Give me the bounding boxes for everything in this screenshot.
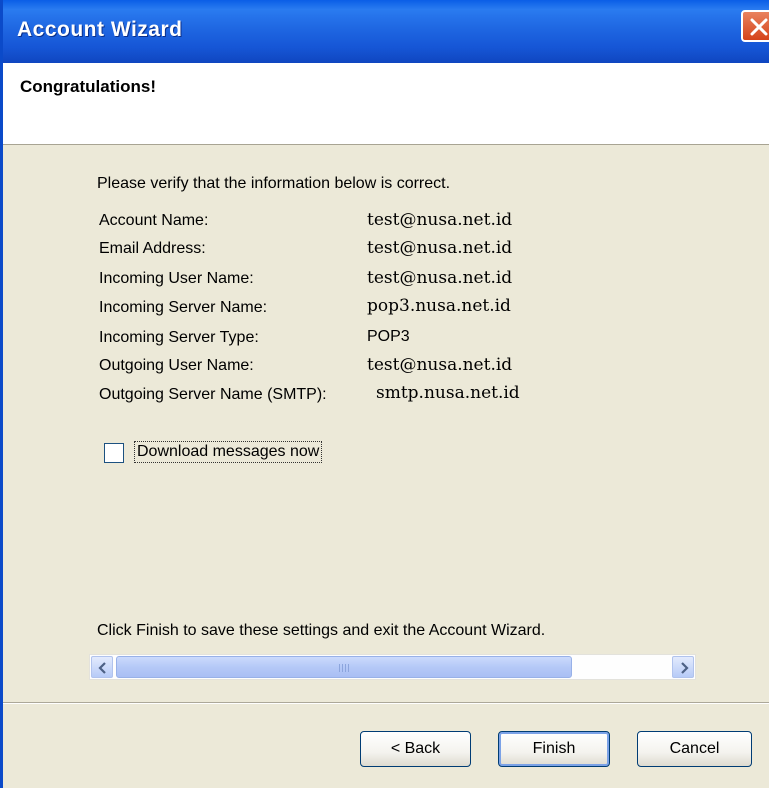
field-label-account-name: Account Name: bbox=[99, 212, 209, 229]
chevron-right-icon bbox=[681, 662, 689, 674]
page-title: Congratulations! bbox=[20, 77, 156, 96]
field-value-incoming-type: POP3 bbox=[367, 328, 410, 345]
back-button[interactable]: < Back bbox=[360, 731, 471, 767]
field-label-outgoing-server: Outgoing Server Name (SMTP): bbox=[99, 386, 327, 403]
field-value-incoming-user: test@nusa.net.id bbox=[367, 268, 513, 288]
field-label-email-address: Email Address: bbox=[99, 240, 206, 257]
intro-text: Please verify that the information below… bbox=[97, 175, 451, 192]
scroll-thumb[interactable] bbox=[116, 656, 572, 678]
download-messages-label[interactable]: Download messages now bbox=[134, 441, 323, 463]
chevron-left-icon bbox=[98, 662, 106, 674]
cancel-button[interactable]: Cancel bbox=[637, 731, 752, 767]
title-bar: Account Wizard bbox=[0, 0, 769, 63]
field-value-outgoing-server: smtp.nusa.net.id bbox=[376, 383, 520, 403]
wizard-header: Congratulations! bbox=[3, 63, 769, 145]
field-value-outgoing-user: test@nusa.net.id bbox=[367, 355, 513, 375]
field-label-incoming-type: Incoming Server Type: bbox=[99, 329, 259, 346]
download-messages-checkbox[interactable] bbox=[104, 443, 124, 463]
scroll-left-button[interactable] bbox=[91, 656, 113, 678]
finish-instruction: Click Finish to save these settings and … bbox=[97, 622, 546, 639]
field-value-incoming-server: pop3.nusa.net.id bbox=[367, 296, 511, 316]
field-label-outgoing-user: Outgoing User Name: bbox=[99, 357, 254, 374]
scroll-grip-icon bbox=[339, 664, 351, 672]
close-button[interactable] bbox=[741, 10, 769, 42]
field-value-account-name: test@nusa.net.id bbox=[367, 210, 513, 230]
window-title: Account Wizard bbox=[17, 18, 183, 41]
close-icon bbox=[750, 18, 768, 36]
horizontal-scrollbar[interactable] bbox=[89, 654, 696, 680]
field-value-email-address: test@nusa.net.id bbox=[367, 238, 513, 258]
window-frame-left bbox=[0, 63, 3, 788]
finish-button[interactable]: Finish bbox=[498, 731, 610, 767]
button-separator bbox=[3, 702, 769, 704]
field-label-incoming-user: Incoming User Name: bbox=[99, 270, 254, 287]
field-label-incoming-server: Incoming Server Name: bbox=[99, 299, 268, 316]
scroll-right-button[interactable] bbox=[672, 656, 694, 678]
